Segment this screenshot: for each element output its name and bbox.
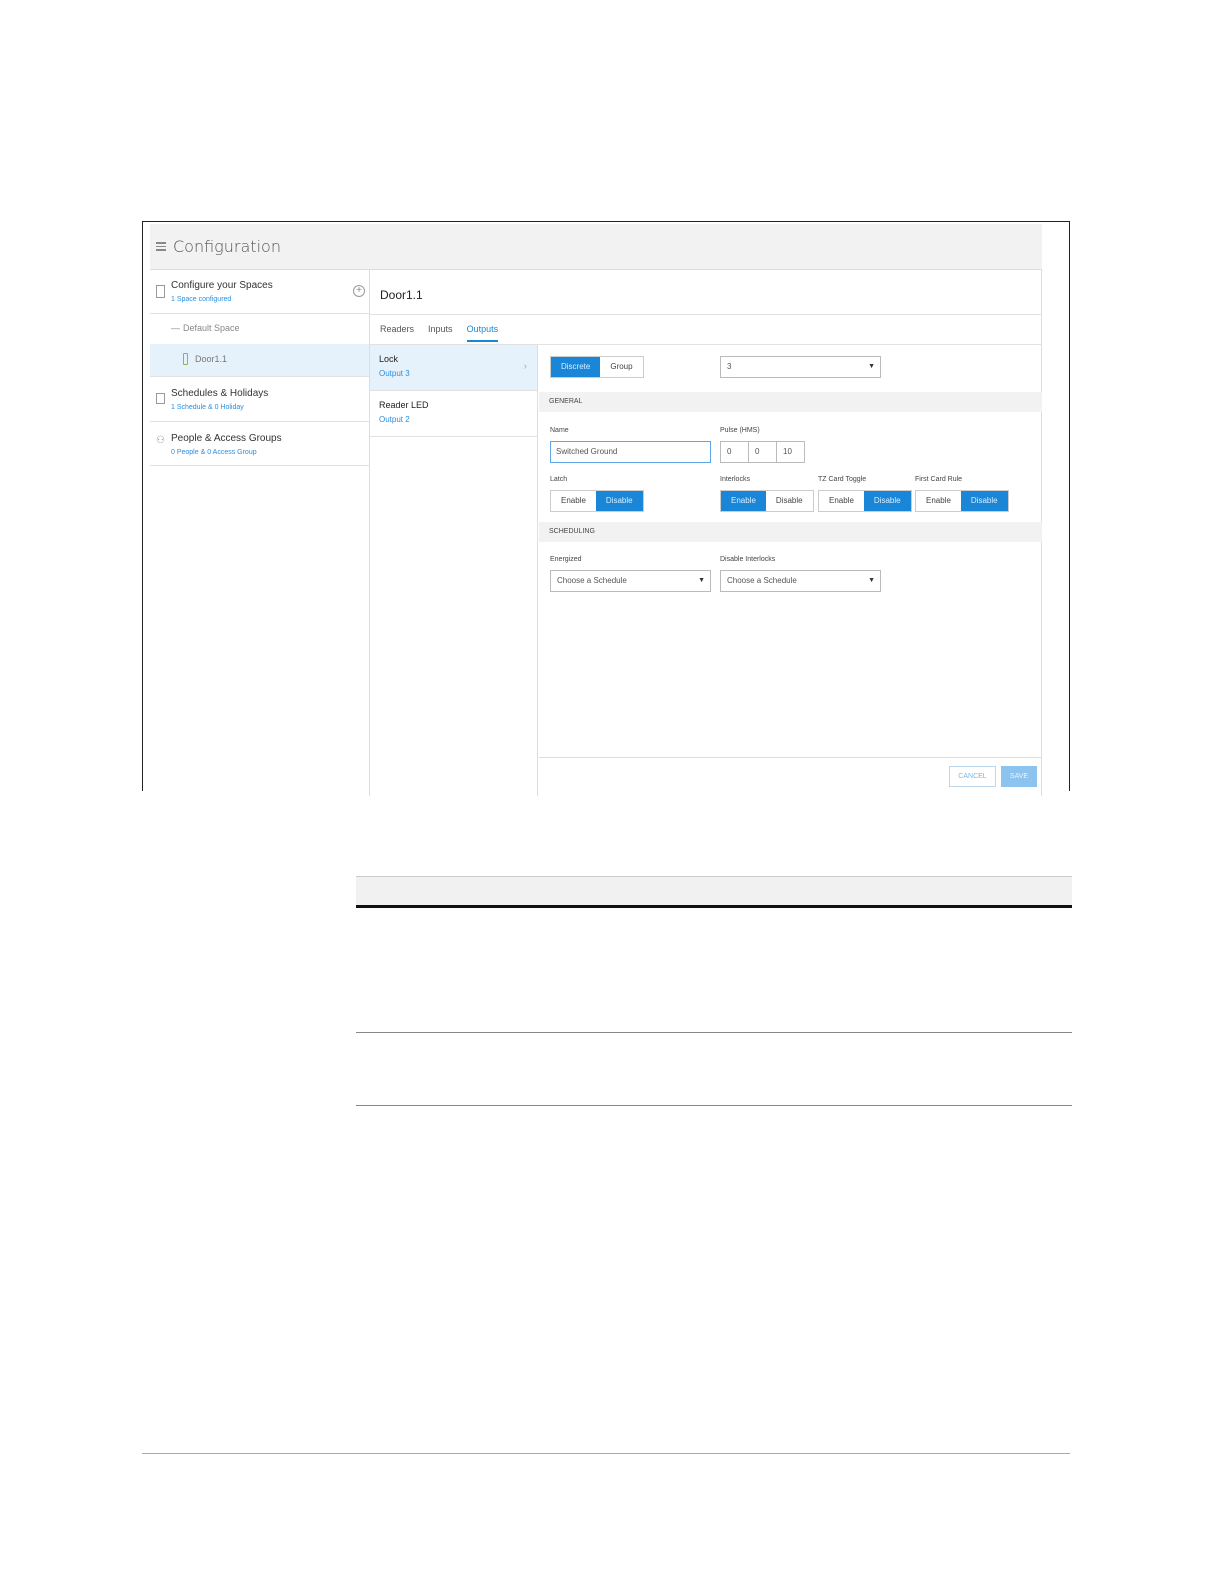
output-list: Lock Output 3 › Reader LED Output 2 <box>370 345 538 796</box>
door-title: Door1.1 <box>380 288 423 302</box>
pulse-label: Pulse (HMS) <box>720 427 760 434</box>
first-card-rule-label: First Card Rule <box>915 476 963 483</box>
section-header-general: GENERAL <box>539 392 1042 412</box>
pulse-minutes-input[interactable]: 0 <box>748 441 777 463</box>
configuration-app: Configuration Configure your Spaces 1 Sp… <box>150 224 1042 796</box>
divider <box>539 757 1042 758</box>
sidebar-item-sublabel: 0 People & 0 Access Group <box>171 449 257 456</box>
sidebar-item-default-space[interactable]: — Default Space <box>150 314 369 344</box>
pulse-seconds-input[interactable]: 10 <box>776 441 805 463</box>
select-placeholder: Choose a Schedule <box>557 576 627 585</box>
dropdown-arrow-icon: ▼ <box>868 363 875 370</box>
dropdown-arrow-icon: ▼ <box>698 577 705 584</box>
interlocks-enable-button[interactable]: Enable <box>721 491 766 511</box>
output-item-reader-led[interactable]: Reader LED Output 2 <box>370 391 537 437</box>
app-header: Configuration <box>150 224 1042 270</box>
select-placeholder: Choose a Schedule <box>727 576 797 585</box>
output-item-lock[interactable]: Lock Output 3 › <box>370 345 537 391</box>
interlocks-label: Interlocks <box>720 476 750 483</box>
name-input[interactable]: Switched Ground <box>550 441 711 463</box>
tz-enable-button[interactable]: Enable <box>819 491 864 511</box>
energized-select[interactable]: Choose a Schedule ▼ <box>550 570 711 592</box>
content-area: Door1.1 Readers Inputs Outputs Lock Outp… <box>370 270 1042 796</box>
divider <box>370 314 1042 315</box>
tz-card-toggle: Enable Disable <box>818 490 912 512</box>
disable-interlocks-label: Disable Interlocks <box>720 556 776 563</box>
latch-disable-button[interactable]: Disable <box>595 491 643 511</box>
select-value: 3 <box>727 362 732 371</box>
output-name: Lock <box>379 354 399 364</box>
disable-interlocks-select[interactable]: Choose a Schedule ▼ <box>720 570 881 592</box>
table-header-row <box>356 876 1072 905</box>
group-button[interactable]: Group <box>600 357 643 377</box>
interlocks-toggle: Enable Disable <box>720 490 814 512</box>
tab-readers[interactable]: Readers <box>380 324 414 342</box>
first-card-disable-button[interactable]: Disable <box>960 491 1008 511</box>
sidebar-item-spaces[interactable]: Configure your Spaces 1 Space configured… <box>150 270 369 314</box>
menu-icon[interactable] <box>156 242 166 251</box>
sidebar-item-schedules[interactable]: Schedules & Holidays 1 Schedule & 0 Holi… <box>150 377 369 422</box>
cancel-button[interactable]: CANCEL <box>949 766 996 787</box>
dropdown-arrow-icon: ▼ <box>868 577 875 584</box>
first-card-rule-toggle: Enable Disable <box>915 490 1009 512</box>
output-sub: Output 3 <box>379 369 410 378</box>
latch-label: Latch <box>550 476 568 483</box>
sidebar: Configure your Spaces 1 Space configured… <box>150 270 370 796</box>
output-number-select[interactable]: 3 ▼ <box>720 356 881 378</box>
sidebar-item-door[interactable]: Door1.1 <box>150 344 369 377</box>
output-detail: Discrete Group 3 ▼ GENERAL Name Switched… <box>539 345 1042 796</box>
sidebar-item-people[interactable]: ⚇ People & Access Groups 0 People & 0 Ac… <box>150 422 369 466</box>
tree-dash-icon: — <box>171 323 180 333</box>
door-label: Door1.1 <box>195 354 228 364</box>
latch-enable-button[interactable]: Enable <box>551 491 596 511</box>
tz-card-toggle-label: TZ Card Toggle <box>818 476 867 483</box>
latch-toggle: Enable Disable <box>550 490 644 512</box>
page-footer-rule <box>142 1453 1070 1454</box>
building-icon <box>156 285 165 298</box>
add-space-icon[interactable]: + <box>353 285 365 297</box>
output-sub: Output 2 <box>379 415 410 424</box>
energized-label: Energized <box>550 556 582 563</box>
table-row-divider <box>356 1032 1072 1033</box>
tab-outputs[interactable]: Outputs <box>466 324 499 342</box>
people-icon: ⚇ <box>156 435 165 446</box>
chevron-right-icon: › <box>523 361 527 372</box>
save-button[interactable]: SAVE <box>1001 766 1037 787</box>
mode-toggle: Discrete Group <box>550 356 644 378</box>
tz-disable-button[interactable]: Disable <box>863 491 911 511</box>
calendar-icon <box>156 393 165 404</box>
sidebar-item-label: Configure your Spaces <box>171 280 273 291</box>
door-icon <box>183 353 188 365</box>
sidebar-item-label: People & Access Groups <box>171 433 282 444</box>
table-row-divider <box>356 1105 1072 1106</box>
table-header-rule <box>356 905 1072 908</box>
sidebar-item-sublabel: 1 Space configured <box>171 296 232 303</box>
pulse-hours-input[interactable]: 0 <box>720 441 749 463</box>
interlocks-disable-button[interactable]: Disable <box>765 491 813 511</box>
page-title: Configuration <box>173 237 281 256</box>
sidebar-item-label: Schedules & Holidays <box>171 388 269 399</box>
tab-bar: Readers Inputs Outputs <box>380 324 499 342</box>
discrete-button[interactable]: Discrete <box>551 357 601 377</box>
output-name: Reader LED <box>379 400 429 410</box>
tab-inputs[interactable]: Inputs <box>428 324 453 342</box>
default-space-label: Default Space <box>183 323 240 333</box>
sidebar-item-sublabel: 1 Schedule & 0 Holiday <box>171 404 244 411</box>
section-header-scheduling: SCHEDULING <box>539 522 1042 542</box>
first-card-enable-button[interactable]: Enable <box>916 491 961 511</box>
name-label: Name <box>550 427 569 434</box>
